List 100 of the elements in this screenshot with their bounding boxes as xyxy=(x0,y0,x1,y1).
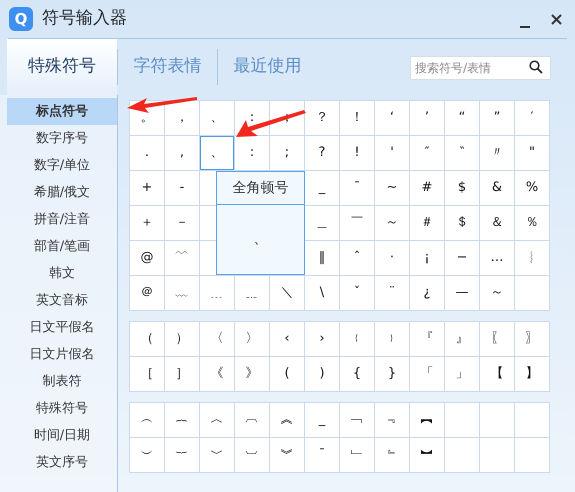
symbol-cell[interactable]: ﹛ xyxy=(340,322,374,356)
symbol-cell[interactable]: ! xyxy=(340,136,374,170)
symbol-cell[interactable]: ＄ xyxy=(445,206,479,240)
close-icon[interactable] xyxy=(551,14,562,24)
sidebar-item[interactable]: 特殊符号 xyxy=(7,395,117,422)
sidebar-item[interactable]: 日文片假名 xyxy=(7,341,117,368)
symbol-cell[interactable]: ﹁ xyxy=(340,403,374,437)
search-icon[interactable] xyxy=(529,60,543,74)
symbol-cell[interactable]: 】 xyxy=(515,357,549,391)
symbol-cell[interactable]: （ xyxy=(130,322,164,356)
symbol-cell[interactable]: ( xyxy=(270,357,304,391)
symbol-cell[interactable]: ＆ xyxy=(480,206,514,240)
symbol-cell[interactable]: 「 xyxy=(410,357,444,391)
symbol-cell[interactable]: ︴ xyxy=(515,241,549,275)
symbol-cell[interactable]: ? xyxy=(305,136,339,170)
symbol-cell[interactable]: 、 xyxy=(200,101,234,135)
symbol-cell[interactable]: 〃 xyxy=(480,136,514,170)
symbol-cell[interactable]: ︹ xyxy=(235,403,269,437)
symbol-cell[interactable]: ︿ xyxy=(200,403,234,437)
symbol-cell[interactable]: ︶ xyxy=(130,438,164,472)
symbol-cell[interactable]: , xyxy=(165,136,199,170)
symbol-cell[interactable]: \ xyxy=(305,276,339,310)
symbol-cell[interactable]: ！ xyxy=(340,101,374,135)
symbol-cell[interactable]: ˇ xyxy=(340,276,374,310)
symbol-cell[interactable]: _ xyxy=(305,403,339,437)
symbol-cell[interactable]: ﹂ xyxy=(340,438,374,472)
symbol-cell[interactable]: ＠ xyxy=(130,276,164,310)
sidebar-item[interactable]: 制表符 xyxy=(7,368,117,395)
symbol-cell[interactable]: ¡ xyxy=(410,241,444,275)
sidebar-item[interactable]: 英文音标 xyxy=(7,287,117,314)
symbol-cell[interactable]: 》 xyxy=(235,357,269,391)
symbol-cell[interactable]: ﹋ xyxy=(165,241,199,275)
symbol-cell[interactable]: 〈 xyxy=(200,322,234,356)
sidebar-item[interactable]: 时间/日期 xyxy=(7,422,117,449)
symbol-cell[interactable]: ’ xyxy=(410,101,444,135)
symbol-cell[interactable]: ¿ xyxy=(410,276,444,310)
sidebar-item[interactable]: 部首/笔画 xyxy=(7,233,117,260)
symbol-cell[interactable]: ￣ xyxy=(340,206,374,240)
symbol-cell[interactable]: ‹ xyxy=(270,322,304,356)
symbol-cell[interactable]: ︷ xyxy=(165,403,199,437)
sidebar-item[interactable]: 英文序号 xyxy=(7,449,117,476)
symbol-cell[interactable]: 《 xyxy=(200,357,234,391)
symbol-cell[interactable]: ︽ xyxy=(270,403,304,437)
symbol-cell[interactable]: · xyxy=(375,241,409,275)
symbol-cell[interactable]: 『 xyxy=(410,322,444,356)
sidebar-item[interactable]: 数字/单位 xyxy=(7,152,117,179)
sidebar-item[interactable]: 标点符号 xyxy=(7,98,117,125)
symbol-cell[interactable]: % xyxy=(515,171,549,205)
symbol-cell[interactable]: ﹄ xyxy=(375,438,409,472)
symbol-cell[interactable]: - xyxy=(165,171,199,205)
sidebar-item[interactable]: 数字序号 xyxy=(7,125,117,152)
symbol-cell[interactable]: ; xyxy=(270,136,304,170)
symbol-cell[interactable]: — xyxy=(445,276,479,310)
symbol-cell[interactable]: ＿ xyxy=(305,206,339,240)
symbol-cell[interactable]: ﹏ xyxy=(165,276,199,310)
symbol-cell[interactable]: ﹜ xyxy=(375,322,409,356)
symbol-cell[interactable]: ～ xyxy=(375,206,409,240)
symbol-cell[interactable]: ︵ xyxy=(130,403,164,437)
symbol-cell[interactable]: ＼ xyxy=(270,276,304,310)
symbol-cell[interactable]: ［ xyxy=(130,357,164,391)
symbol-cell[interactable]: ， xyxy=(165,101,199,135)
symbol-cell[interactable]: ︸ xyxy=(165,438,199,472)
symbol-cell[interactable]: ︾ xyxy=(270,438,304,472)
symbol-cell[interactable]: “ xyxy=(445,101,479,135)
symbol-cell[interactable]: ~ xyxy=(375,171,409,205)
sidebar-item[interactable]: 希腊/俄文 xyxy=(7,179,117,206)
symbol-cell[interactable]: ︼ xyxy=(410,438,444,472)
symbol-cell[interactable]: ) xyxy=(305,357,339,391)
symbol-cell[interactable]: 〗 xyxy=(515,322,549,356)
sidebar-item[interactable]: 韩文 xyxy=(7,260,117,287)
symbol-cell[interactable]: : xyxy=(235,136,269,170)
symbol-cell[interactable]: ﹎ xyxy=(235,276,269,310)
symbol-cell[interactable]: ˉ xyxy=(305,438,339,472)
symbol-cell[interactable]: ） xyxy=(165,322,199,356)
symbol-cell[interactable]: ‶ xyxy=(445,136,479,170)
symbol-cell[interactable]: 【 xyxy=(480,357,514,391)
symbol-cell[interactable]: ︺ xyxy=(235,438,269,472)
symbol-cell[interactable]: ～ xyxy=(480,276,514,310)
symbol-cell[interactable]: 、 xyxy=(200,136,234,170)
symbol-cell[interactable]: & xyxy=(480,171,514,205)
symbol-cell[interactable]: ﹃ xyxy=(375,403,409,437)
symbol-cell[interactable]: ' xyxy=(375,136,409,170)
search-field[interactable]: 搜索符号/表情 xyxy=(410,56,551,80)
symbol-cell[interactable]: ″ xyxy=(410,136,444,170)
symbol-cell[interactable]: 』 xyxy=(445,322,479,356)
symbol-cell[interactable]: ＃ xyxy=(410,206,444,240)
symbol-cell[interactable]: ＋ xyxy=(130,206,164,240)
symbol-cell[interactable]: @ xyxy=(130,241,164,275)
symbol-cell[interactable]: { xyxy=(340,357,374,391)
symbol-cell[interactable]: … xyxy=(480,241,514,275)
symbol-cell[interactable]: － xyxy=(165,206,199,240)
symbol-cell[interactable]: + xyxy=(130,171,164,205)
symbol-cell[interactable]: ‘ xyxy=(375,101,409,135)
symbol-cell[interactable]: › xyxy=(305,322,339,356)
symbol-cell[interactable]: ︻ xyxy=(410,403,444,437)
sidebar-item[interactable]: 日文平假名 xyxy=(7,314,117,341)
symbol-cell[interactable]: _ xyxy=(305,171,339,205)
symbol-cell[interactable]: ％ xyxy=(515,206,549,240)
symbol-cell[interactable]: . xyxy=(130,136,164,170)
symbol-cell[interactable]: ］ xyxy=(165,357,199,391)
